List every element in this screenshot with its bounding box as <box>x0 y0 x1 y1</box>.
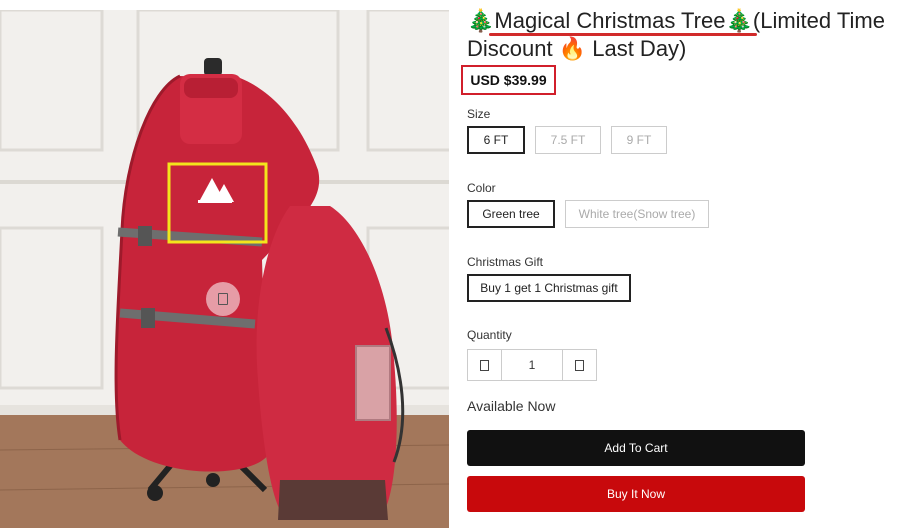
color-option-white-tree[interactable]: White tree(Snow tree) <box>565 200 709 228</box>
color-option-green-tree[interactable]: Green tree <box>467 200 555 228</box>
price-badge: USD $39.99 <box>461 65 556 95</box>
color-label: Color <box>467 181 496 195</box>
quantity-stepper: 1 <box>467 349 597 381</box>
quantity-increase-button[interactable] <box>562 350 596 380</box>
quantity-decrease-button[interactable] <box>468 350 502 380</box>
size-label: Size <box>467 107 491 121</box>
tree-emoji-icon: 🎄 <box>725 9 753 34</box>
product-photo <box>0 10 449 528</box>
title-highlight-underline <box>489 33 757 36</box>
size-option-7-5ft[interactable]: 7.5 FT <box>535 126 601 154</box>
product-title-end: Last Day) <box>586 36 687 61</box>
availability-status: Available Now <box>467 398 556 414</box>
gift-option-buy1get1[interactable]: Buy 1 get 1 Christmas gift <box>467 274 631 302</box>
size-options: 6 FT 7.5 FT 9 FT <box>467 126 667 154</box>
size-option-6ft[interactable]: 6 FT <box>467 126 525 154</box>
add-to-cart-button[interactable]: Add To Cart <box>467 430 805 466</box>
price-text: USD $39.99 <box>470 72 547 88</box>
tree-emoji-icon: 🎄 <box>467 9 495 34</box>
quantity-label: Quantity <box>467 328 512 342</box>
gift-options: Buy 1 get 1 Christmas gift <box>467 274 631 302</box>
size-option-9ft[interactable]: 9 FT <box>611 126 667 154</box>
fire-emoji-icon: 🔥 <box>558 37 587 62</box>
quantity-input[interactable]: 1 <box>502 350 562 380</box>
image-nav-button[interactable] <box>206 282 240 316</box>
product-image[interactable] <box>0 10 449 528</box>
color-options: Green tree White tree(Snow tree) <box>467 200 709 228</box>
minus-icon <box>480 359 489 371</box>
product-info: 🎄Magical Christmas Tree🎄(Limited Time Di… <box>461 0 900 528</box>
buy-now-button[interactable]: Buy It Now <box>467 476 805 512</box>
product-title-name: Magical Christmas Tree <box>494 8 726 33</box>
gift-label: Christmas Gift <box>467 255 544 269</box>
plus-icon <box>575 359 584 371</box>
image-nav-icon <box>218 293 228 305</box>
